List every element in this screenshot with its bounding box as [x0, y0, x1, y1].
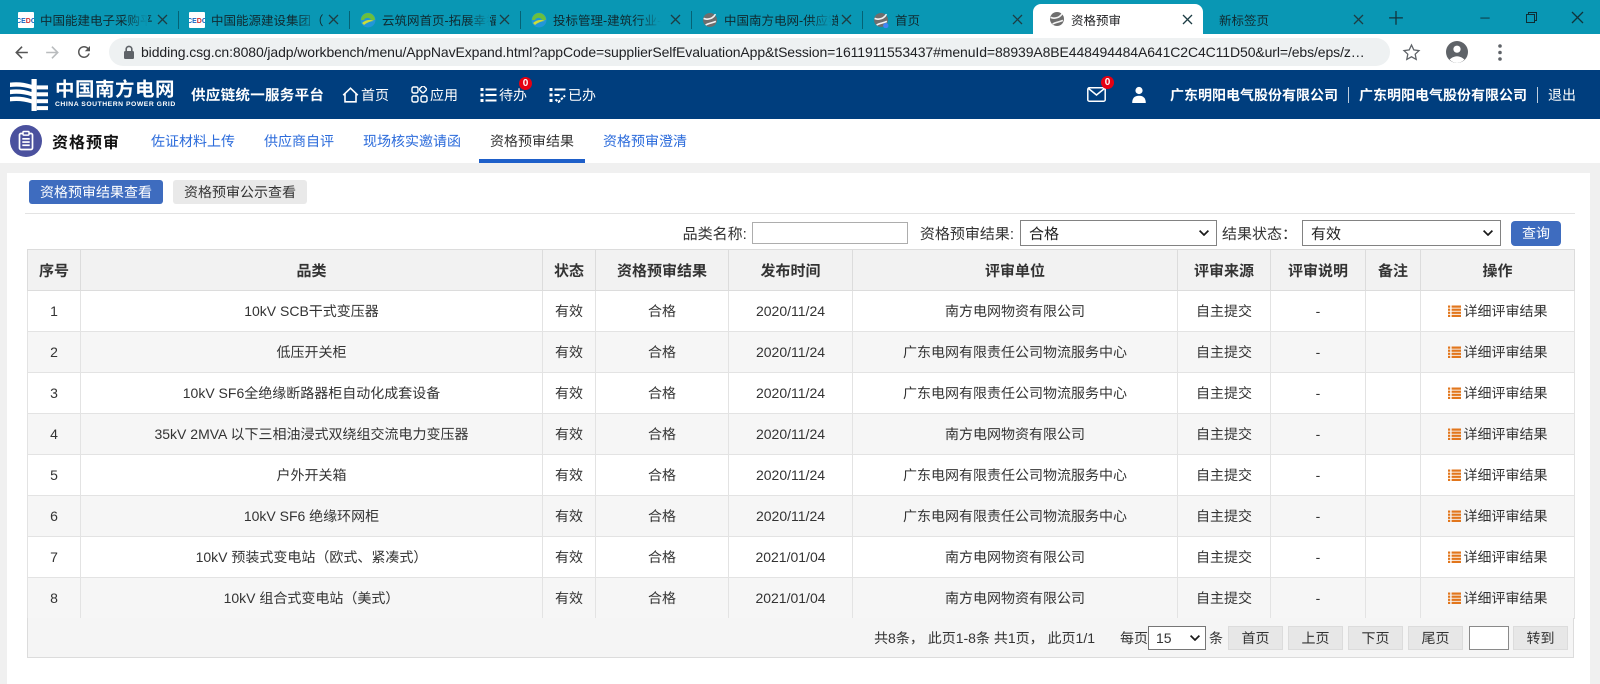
svg-text:CEDC: CEDC [18, 18, 34, 25]
svg-text:CEDC: CEDC [189, 18, 205, 25]
